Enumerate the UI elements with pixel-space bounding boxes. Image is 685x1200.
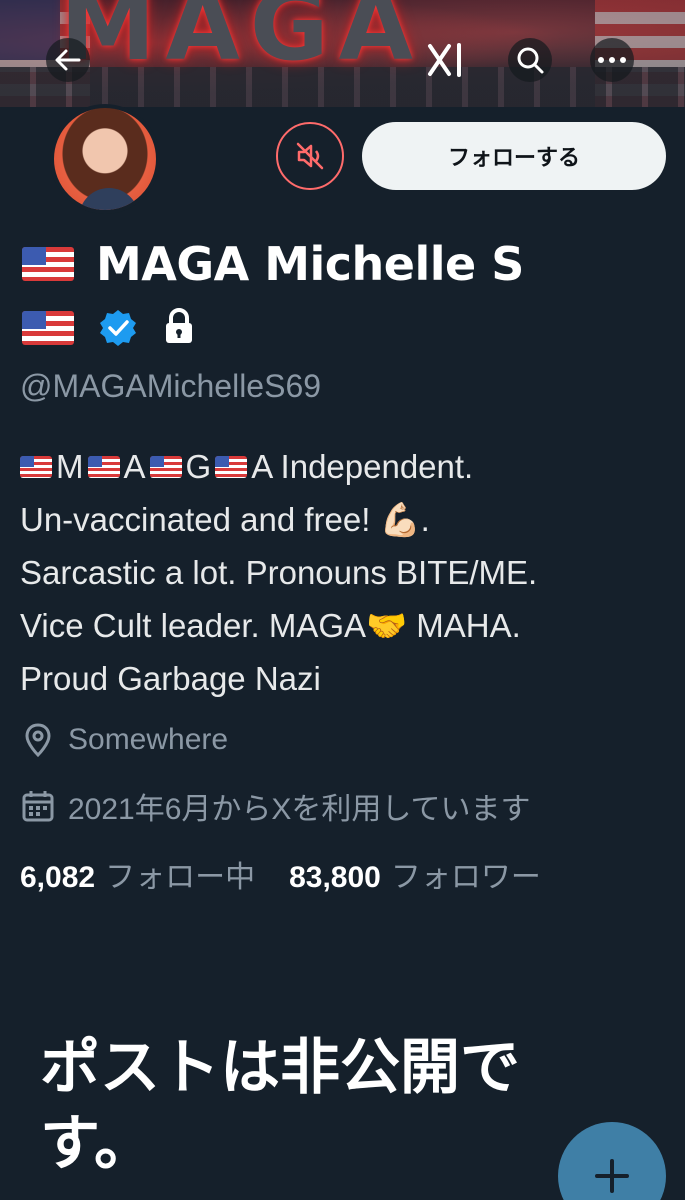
bio-line-1: M A G A Independent.: [20, 440, 660, 493]
joined-text: 2021年6月からXを利用しています: [68, 793, 531, 826]
private-posts-notice: ポストは非公開です。: [40, 1033, 520, 1179]
us-flag-icon: [22, 311, 74, 345]
follow-stats: 6,082 フォロー中 83,800 フォロワー: [20, 852, 565, 896]
bio-line-5: Proud Garbage Nazi: [20, 660, 321, 697]
plus-icon: [595, 1159, 629, 1193]
muted-speaker-icon: [296, 142, 324, 170]
us-flag-icon: [22, 247, 74, 281]
bio-line-3: Sarcastic a lot. Pronouns BITE/ME.: [20, 554, 538, 591]
location-pin-icon: [25, 723, 51, 758]
avatar-shoulders: [79, 188, 139, 210]
us-flag-icon: [149, 455, 182, 478]
joined-row: 2021年6月からXを利用しています: [20, 784, 531, 828]
bio-line-4: Vice Cult leader. MAGA🤝 MAHA.: [20, 607, 521, 644]
followers-label[interactable]: フォロワー: [391, 852, 541, 896]
bio-letter: A: [123, 448, 146, 485]
grok-button[interactable]: [424, 38, 468, 82]
user-handle: @MAGAMichelleS69: [20, 368, 322, 404]
display-name: MAGA Michelle S: [96, 237, 524, 291]
more-button[interactable]: [590, 38, 634, 82]
location-row: Somewhere: [20, 722, 228, 758]
badges-row: [22, 306, 196, 350]
follow-button[interactable]: フォローする: [362, 122, 666, 190]
more-horizontal-icon: [598, 57, 626, 63]
us-flag-icon: [20, 455, 52, 478]
following-label[interactable]: フォロー中: [105, 852, 255, 896]
us-flag-icon: [87, 455, 120, 478]
followers-count[interactable]: 83,800: [289, 861, 381, 895]
display-name-row: MAGA Michelle S: [22, 236, 524, 292]
bio-letter: G: [185, 448, 212, 485]
banner-text: MAGA: [60, 0, 423, 82]
search-button[interactable]: [508, 38, 552, 82]
calendar-icon: [22, 791, 54, 822]
verified-badge-icon[interactable]: [98, 308, 138, 348]
search-icon: [517, 47, 544, 74]
avatar[interactable]: [50, 104, 160, 214]
bio-line-2: Un-vaccinated and free! 💪🏻.: [20, 501, 430, 538]
lock-icon: [162, 307, 196, 350]
unmute-button[interactable]: [276, 122, 344, 190]
bio-letter: A Independent.: [251, 448, 474, 485]
xai-grok-icon: [428, 43, 461, 77]
bio: M A G A Independent. Un-vaccinated and f…: [20, 440, 660, 705]
profile-banner[interactable]: MAGA: [0, 0, 685, 107]
following-count[interactable]: 6,082: [20, 861, 95, 895]
bio-letter: M: [56, 448, 84, 485]
arrow-left-icon: [55, 49, 81, 71]
us-flag-icon: [215, 455, 248, 478]
back-button[interactable]: [46, 38, 90, 82]
location-text: Somewhere: [68, 723, 229, 756]
